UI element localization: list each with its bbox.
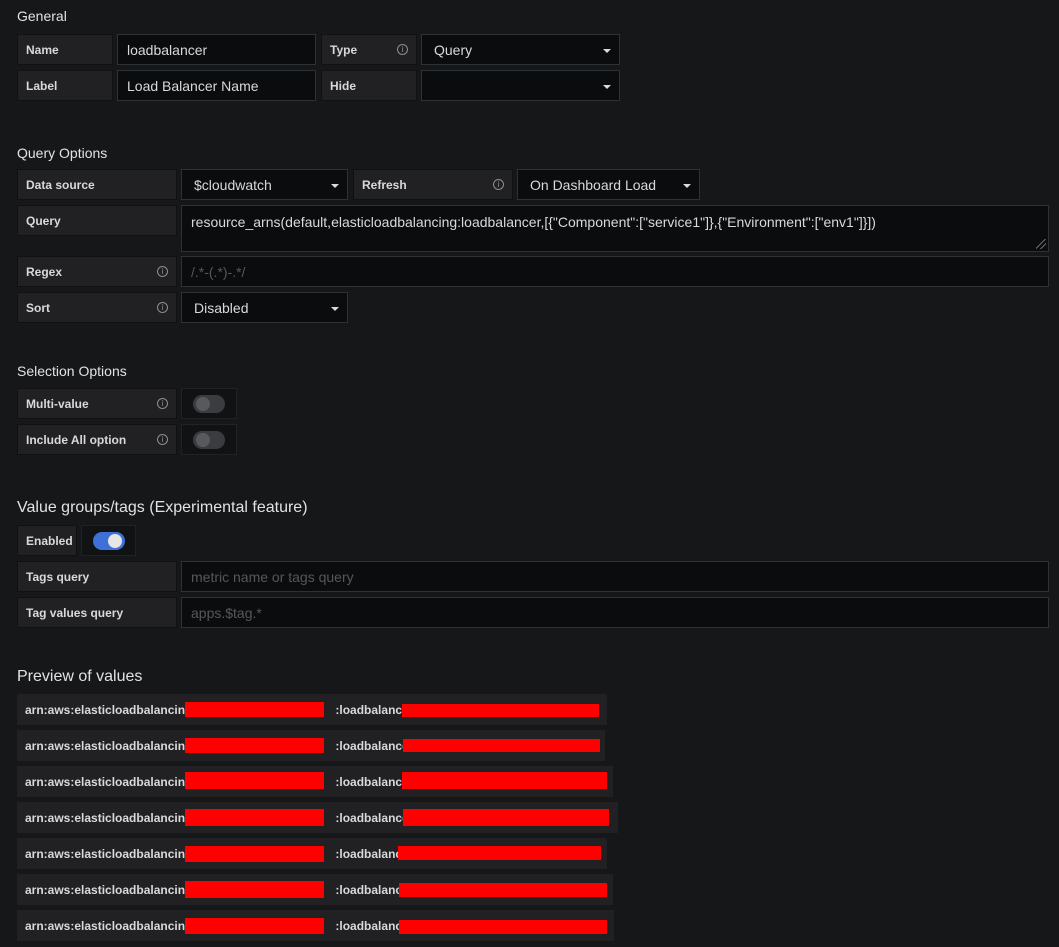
preview-prefix: arn:aws:elasticloadbalancing: [25, 774, 197, 789]
info-icon[interactable]: i [157, 397, 168, 409]
redaction-block [185, 918, 324, 934]
redaction-block [402, 704, 599, 717]
multivalue-switch[interactable] [193, 394, 225, 413]
redaction-block [399, 920, 607, 934]
include-all-toggle[interactable] [181, 424, 237, 455]
caret-down-icon [603, 48, 611, 53]
type-label: Type i [321, 34, 417, 65]
label-label: Label [17, 70, 113, 101]
refresh-select-value: On Dashboard Load [530, 176, 657, 193]
preview-item: arn:aws:elasticloadbalancing: :loadbalan… [17, 838, 607, 869]
preview-item: arn:aws:elasticloadbalancing: :loadbalan… [17, 694, 607, 725]
refresh-select[interactable]: On Dashboard Load [517, 169, 700, 200]
regex-label: Regex i [17, 256, 177, 287]
preview-item: arn:aws:elasticloadbalancing: :loadbalan… [17, 766, 613, 797]
redaction-block [399, 883, 607, 897]
name-label: Name [17, 34, 113, 65]
caret-down-icon [603, 84, 611, 89]
refresh-label: Refresh i [353, 169, 513, 200]
redaction-block [185, 738, 324, 753]
preview-item: arn:aws:elasticloadbalancing: :loadbalan… [17, 910, 614, 941]
preview-prefix: arn:aws:elasticloadbalancing: [25, 702, 197, 717]
section-title-query-options: Query Options [17, 145, 108, 161]
caret-down-icon [331, 306, 339, 311]
multivalue-toggle[interactable] [181, 388, 237, 419]
sort-label-text: Sort [26, 300, 50, 315]
info-icon[interactable]: i [397, 43, 408, 55]
tags-query-placeholder: metric name or tags query [191, 568, 354, 585]
sort-select-value: Disabled [194, 299, 249, 316]
redaction-block [185, 881, 324, 898]
query-text: resource_arns(default,elasticloadbalanci… [191, 214, 876, 230]
enabled-switch[interactable] [92, 531, 125, 550]
regex-input[interactable]: /.*-(.*)-.*/ [181, 256, 1049, 287]
tags-query-label: Tags query [17, 561, 177, 592]
datasource-select[interactable]: $cloudwatch [181, 169, 348, 200]
info-icon[interactable]: i [493, 178, 504, 190]
hide-label: Hide [321, 70, 417, 101]
preview-prefix: arn:aws:elasticloadbalancing: [25, 810, 197, 825]
redaction-block [185, 772, 324, 789]
switch-knob [196, 396, 210, 411]
caret-down-icon [331, 183, 339, 188]
type-select-value: Query [434, 41, 473, 58]
enabled-toggle[interactable] [81, 525, 136, 556]
redaction-block [402, 772, 607, 789]
datasource-label: Data source [17, 169, 177, 200]
multivalue-label-text: Multi-value [26, 396, 89, 411]
info-icon[interactable]: i [157, 301, 168, 313]
regex-placeholder: /.*-(.*)-.*/ [191, 263, 246, 280]
regex-label-text: Regex [26, 264, 63, 279]
preview-prefix: arn:aws:elasticloadbalancing: [25, 738, 197, 753]
tags-query-input[interactable]: metric name or tags query [181, 561, 1049, 592]
info-icon[interactable]: i [157, 265, 168, 277]
redaction-block [403, 809, 609, 826]
section-title-general: General [17, 8, 67, 24]
enabled-label: Enabled [17, 525, 77, 556]
tag-values-label: Tag values query [17, 597, 177, 628]
type-label-text: Type [330, 42, 358, 57]
query-label: Query [17, 205, 177, 236]
preview-item: arn:aws:elasticloadbalancing: :loadbalan… [17, 874, 613, 905]
name-input[interactable]: loadbalancer [117, 34, 316, 65]
preview-item: arn:aws:elasticloadbalancing: :loadbalan… [17, 730, 605, 761]
preview-item: arn:aws:elasticloadbalancing: :loadbalan… [17, 802, 618, 833]
preview-prefix: arn:aws:elasticloadbalancing: [25, 918, 197, 933]
refresh-label-text: Refresh [362, 177, 407, 192]
label-input[interactable]: Load Balancer Name [117, 70, 316, 101]
caret-down-icon [683, 183, 691, 188]
include-all-label: Include All option i [17, 424, 177, 455]
preview-prefix: arn:aws:elasticloadbalancing: [25, 846, 197, 861]
section-title-value-groups: Value groups/tags (Experimental feature) [17, 499, 308, 516]
sort-select[interactable]: Disabled [181, 292, 348, 323]
switch-knob [107, 533, 122, 548]
section-title-preview: Preview of values [17, 668, 143, 685]
query-textarea[interactable]: resource_arns(default,elasticloadbalanci… [181, 205, 1049, 252]
resize-grip-icon[interactable] [1036, 239, 1046, 249]
include-all-label-text: Include All option [26, 432, 127, 447]
switch-knob [196, 432, 210, 447]
include-all-switch[interactable] [193, 430, 225, 449]
tag-values-placeholder: apps.$tag.* [191, 604, 262, 621]
info-icon[interactable]: i [157, 433, 168, 445]
redaction-block [185, 809, 324, 826]
datasource-select-value: $cloudwatch [194, 176, 272, 193]
redaction-block [398, 846, 601, 860]
redaction-block [185, 846, 324, 862]
hide-select[interactable] [421, 70, 620, 101]
preview-prefix: arn:aws:elasticloadbalancing: [25, 882, 197, 897]
sort-label: Sort i [17, 292, 177, 323]
type-select[interactable]: Query [421, 34, 620, 65]
multivalue-label: Multi-value i [17, 388, 177, 419]
redaction-block [403, 739, 600, 752]
tag-values-input[interactable]: apps.$tag.* [181, 597, 1049, 628]
section-title-selection-options: Selection Options [17, 363, 127, 379]
redaction-block [185, 702, 324, 717]
